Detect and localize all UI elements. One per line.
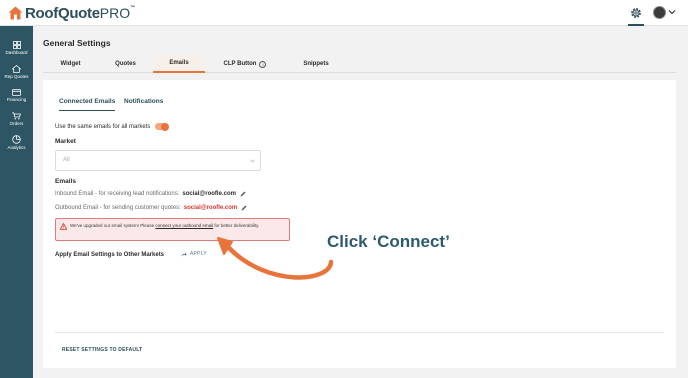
tab-widget[interactable]: Widget bbox=[43, 55, 98, 73]
sidebar-item-financing[interactable]: Financing bbox=[0, 89, 33, 102]
sidebar-item-rep-quotes[interactable]: Rep Quotes bbox=[0, 65, 33, 79]
inbound-email-label: Inbound Email - for receiving lead notif… bbox=[55, 191, 180, 197]
app-logo[interactable]: RoofQuotePRO™ bbox=[8, 5, 135, 22]
sidebar-item-analytics[interactable]: Analytics bbox=[0, 135, 33, 150]
info-icon[interactable]: i bbox=[259, 60, 267, 68]
outbound-email-label: Outbound Email - for sending customer qu… bbox=[55, 205, 181, 211]
card-icon bbox=[12, 89, 21, 96]
same-emails-label: Use the same emails for all markets bbox=[55, 123, 151, 130]
apply-button[interactable]: APPLY bbox=[181, 251, 207, 257]
inbound-email-row: Inbound Email - for receiving lead notif… bbox=[55, 191, 246, 197]
chevron-down-icon bbox=[250, 159, 255, 163]
emails-label: Emails bbox=[55, 178, 76, 185]
sidebar-item-orders[interactable]: Orders bbox=[0, 112, 33, 126]
connect-outbound-email-link[interactable]: connect your outbound email bbox=[155, 223, 213, 228]
tab-quotes[interactable]: Quotes bbox=[98, 55, 153, 73]
same-emails-toggle[interactable] bbox=[155, 122, 170, 131]
divider bbox=[55, 332, 664, 333]
sidebar-item-label: Dashboard bbox=[5, 50, 28, 55]
logo-suffix: PRO bbox=[99, 4, 131, 21]
market-select-value: All bbox=[63, 157, 70, 163]
sidebar-item-label: Orders bbox=[9, 121, 24, 126]
dashboard-icon bbox=[12, 41, 21, 49]
annotation-callout: Click ‘Connect’ bbox=[327, 232, 450, 251]
tab-label: Snippets bbox=[303, 61, 329, 67]
house-icon bbox=[12, 65, 21, 73]
outbound-email-value: social@roofle.com bbox=[183, 205, 238, 211]
pencil-icon[interactable] bbox=[241, 205, 247, 211]
apply-button-label: APPLY bbox=[190, 251, 207, 257]
tab-connected-emails[interactable]: Connected Emails bbox=[59, 92, 116, 111]
pencil-icon[interactable] bbox=[240, 191, 246, 197]
tab-label: Emails bbox=[169, 60, 189, 66]
gear-icon[interactable] bbox=[629, 6, 643, 20]
sidebar-item-dashboard[interactable]: Dashboard bbox=[0, 41, 33, 55]
reset-settings-button[interactable]: RESET SETTINGS TO DEFAULT bbox=[62, 347, 142, 353]
page-title: General Settings bbox=[43, 38, 111, 48]
house-logo-icon bbox=[8, 6, 23, 20]
sidebar-item-label: Rep Quotes bbox=[4, 74, 29, 79]
settings-tabs: Widget Quotes Emails CLP Button i Snippet… bbox=[43, 55, 676, 73]
alert-message: We've upgraded our email system! Please … bbox=[70, 223, 286, 229]
apply-settings-label: Apply Email Settings to Other Markets bbox=[55, 252, 165, 258]
alert-text-prefix: We've upgraded our email system! Please bbox=[70, 223, 155, 228]
tab-label: Quotes bbox=[115, 61, 136, 67]
tab-notifications[interactable]: Notifications bbox=[124, 92, 163, 111]
tab-emails[interactable]: Emails bbox=[153, 55, 205, 73]
sidebar: Dashboard Rep Quotes Financing Orders An… bbox=[0, 26, 33, 378]
market-label: Market bbox=[55, 138, 76, 145]
tab-label: CLP Button bbox=[223, 61, 257, 67]
warning-icon bbox=[60, 223, 67, 230]
inbound-email-value: social@roofle.com bbox=[182, 191, 236, 197]
avatar[interactable] bbox=[653, 6, 666, 19]
tab-snippets[interactable]: Snippets bbox=[285, 55, 347, 73]
tab-label: Widget bbox=[60, 61, 81, 67]
share-arrow-icon bbox=[181, 252, 187, 256]
pie-icon bbox=[12, 135, 21, 144]
settings-active-indicator bbox=[628, 24, 644, 26]
upgrade-alert: We've upgraded our email system! Please … bbox=[55, 218, 290, 241]
chevron-down-icon[interactable] bbox=[668, 9, 676, 15]
sidebar-item-label: Analytics bbox=[7, 145, 26, 150]
top-bar: RoofQuotePRO™ bbox=[0, 0, 688, 26]
outbound-email-row: Outbound Email - for sending customer qu… bbox=[55, 205, 247, 211]
alert-text-suffix: for better deliverability. bbox=[214, 223, 260, 228]
market-select[interactable]: All bbox=[55, 150, 261, 171]
emails-settings-card: Connected Emails Notifications Use the s… bbox=[43, 80, 676, 368]
logo-text: RoofQuotePRO™ bbox=[25, 5, 135, 22]
same-emails-row: Use the same emails for all markets bbox=[55, 122, 170, 131]
logo-tm: ™ bbox=[130, 4, 135, 11]
sidebar-item-label: Financing bbox=[6, 97, 27, 102]
cart-icon bbox=[12, 112, 21, 120]
logo-main: RoofQuote bbox=[25, 4, 100, 22]
tab-clp-button[interactable]: CLP Button i bbox=[205, 55, 285, 73]
